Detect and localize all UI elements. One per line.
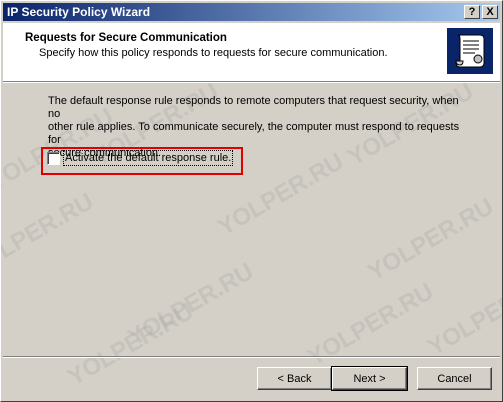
help-button[interactable]: ? [464,5,480,19]
watermark: YOLPER.RU [363,192,499,287]
watermark: YOLPER.RU [123,257,259,352]
next-button[interactable]: Next > [331,366,408,391]
description-line: The default response rule responds to re… [48,95,459,120]
page-title: Requests for Secure Communication [25,32,227,44]
watermark: YOLPER.RU [0,187,99,282]
close-button[interactable]: X [482,5,498,19]
back-button[interactable]: < Back [257,367,332,390]
back-button-label: < Back [277,373,312,385]
description-line: other rule applies. To communicate secur… [48,121,460,146]
wizard-window: IP Security Policy Wizard ? X Requests f… [0,0,503,402]
window-title: IP Security Policy Wizard [7,5,151,19]
cancel-button-label: Cancel [437,373,472,385]
watermark: YOLPER.RU [63,297,199,392]
title-bar[interactable]: IP Security Policy Wizard ? X [3,3,500,21]
scroll-certificate-icon [447,28,493,74]
checkbox-label[interactable]: Activate the default response rule. [62,150,234,166]
header-divider [3,81,500,83]
page-subtitle: Specify how this policy responds to requ… [39,47,388,59]
watermark: YOLPER.RU [423,267,503,362]
next-button-label: Next > [353,373,386,385]
cancel-button[interactable]: Cancel [417,367,492,390]
footer-divider [3,356,500,358]
wizard-header: Requests for Secure Communication Specif… [3,23,500,81]
default-response-checkbox[interactable] [47,152,60,165]
